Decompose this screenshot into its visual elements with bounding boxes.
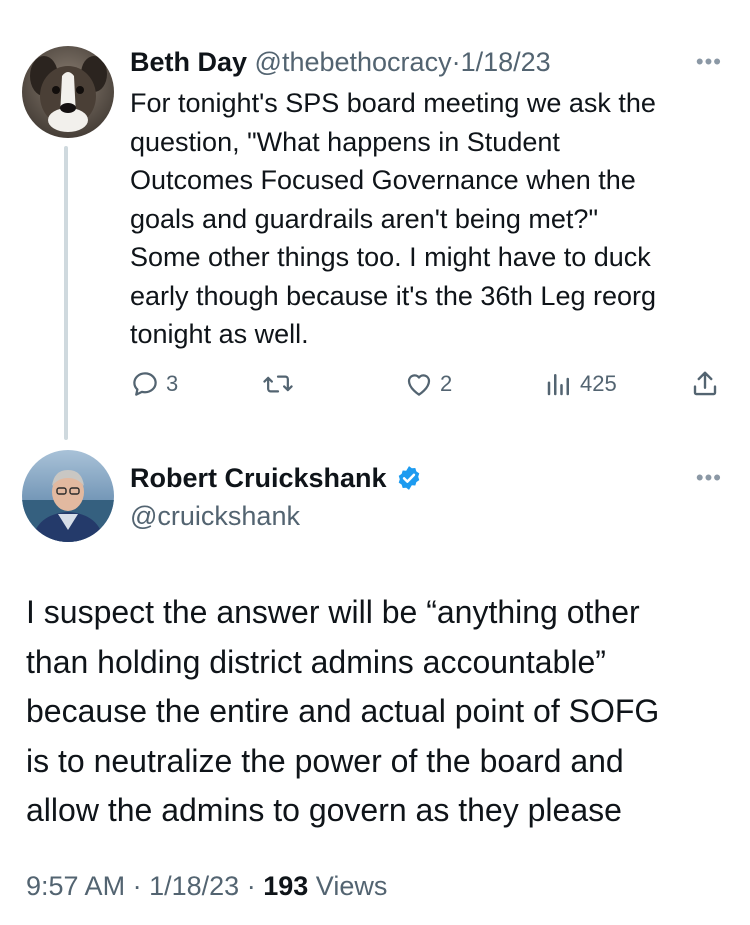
parent-tweet-text: For tonight's SPS board meeting we ask t… (130, 84, 730, 354)
dog-avatar-image (22, 46, 114, 138)
tweet-date[interactable]: 1/18/23 (149, 871, 239, 901)
parent-tweet-header: Beth Day @thebethocracy·1/18/23 (130, 44, 551, 80)
tweet-text-line: Some other things too. I might have to d… (130, 242, 651, 272)
analytics-bar-icon (547, 374, 569, 396)
beth-day-avatar[interactable] (22, 46, 114, 138)
reply-icon (133, 372, 157, 396)
tweet-text-line: tonight as well. (130, 319, 309, 349)
tweet-text-line: because the entire and actual point of S… (26, 693, 660, 729)
more-options-icon[interactable]: ••• (696, 467, 722, 489)
verified-badge-icon[interactable] (395, 464, 423, 492)
tweet-date[interactable]: 1/18/23 (461, 47, 551, 77)
views-count[interactable]: 193 (263, 871, 308, 901)
tweet-text-line: than holding district admins accountable… (26, 643, 606, 680)
tweet-text-line: Outcomes Focused Governance when the (130, 165, 636, 195)
author-handle[interactable]: @thebethocracy (255, 47, 452, 77)
tweet-action-bar: 3 2 425 (130, 364, 730, 404)
tweet-text-line: question, "What happens in Student (130, 126, 560, 157)
reply-count: 3 (166, 371, 179, 396)
retweet-button[interactable] (262, 364, 300, 404)
author-name[interactable]: Beth Day (130, 47, 247, 77)
tweet-text-line: allow the admins to govern as they pleas… (26, 792, 622, 828)
header-separator: · (451, 47, 461, 77)
robert-cruickshank-avatar[interactable] (22, 450, 114, 542)
tweet-text-line: For tonight's SPS board meeting we ask t… (130, 88, 656, 118)
more-options-icon[interactable]: ••• (696, 51, 722, 73)
thread-connector-line (64, 146, 68, 440)
tweet-metadata: 9:57 AM · 1/18/23 · 193 Views (26, 868, 387, 904)
views-button[interactable]: 425 (544, 364, 617, 404)
reply-tweet-text: I suspect the answer will be “anything o… (26, 588, 726, 836)
tweet-text-line: early though because it's the 36th Leg r… (130, 280, 657, 311)
views-label[interactable]: Views (316, 871, 388, 901)
like-button[interactable]: 2 (404, 364, 452, 404)
heart-icon (407, 374, 431, 396)
reply-tweet-header: Robert Cruickshank @cruickshank (130, 460, 423, 534)
view-count: 425 (580, 371, 617, 396)
meta-separator: · (132, 871, 142, 901)
tweet-text-line: goals and guardrails aren't being met?" (130, 203, 599, 234)
like-count: 2 (440, 371, 453, 396)
profile-photo-image (22, 450, 114, 542)
tweet-time[interactable]: 9:57 AM (26, 871, 125, 901)
retweet-icon (263, 375, 293, 393)
share-button[interactable] (690, 364, 720, 404)
author-name[interactable]: Robert Cruickshank (130, 460, 387, 496)
meta-separator: · (246, 871, 256, 901)
author-handle[interactable]: @cruickshank (130, 498, 423, 534)
tweet-text-line: is to neutralize the power of the board … (26, 742, 624, 779)
share-icon (693, 371, 717, 396)
reply-button[interactable]: 3 (130, 364, 178, 404)
tweet-text-line: I suspect the answer will be “anything o… (26, 594, 640, 630)
